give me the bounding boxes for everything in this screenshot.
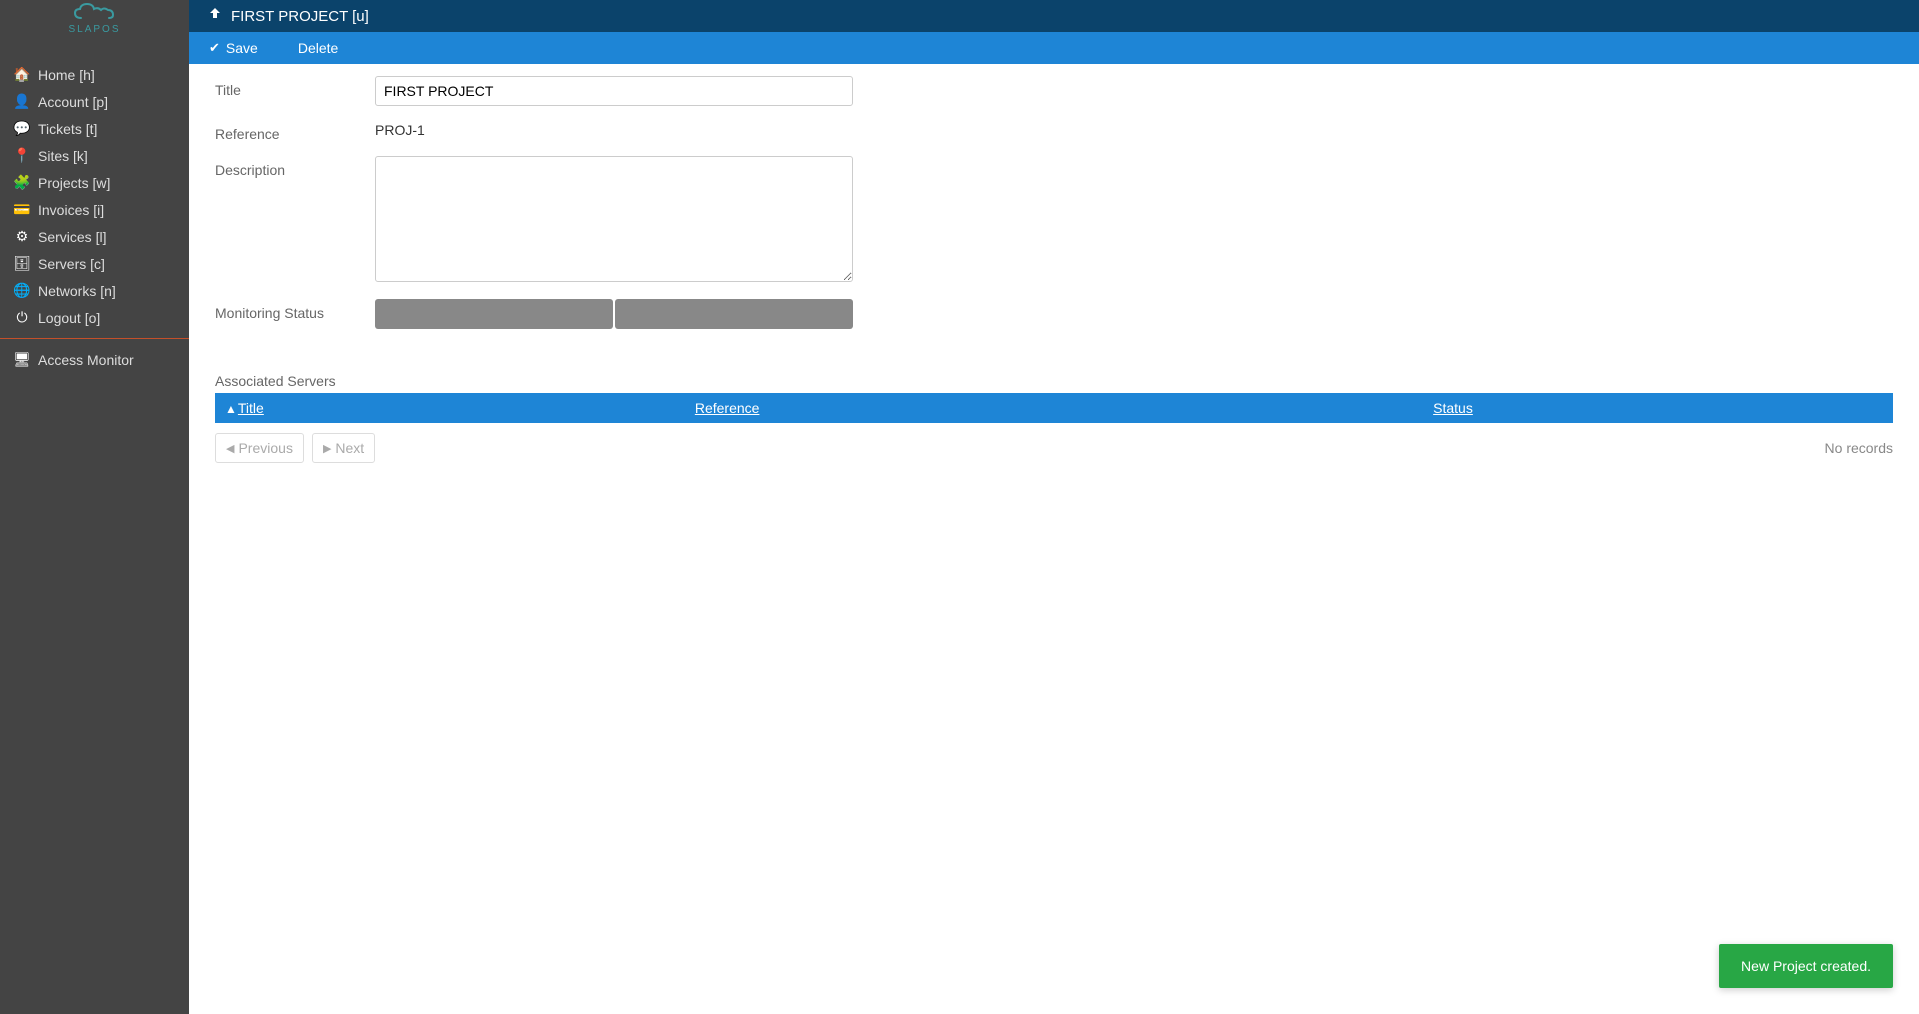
database-icon: 🗄: [12, 255, 32, 272]
description-textarea[interactable]: [375, 156, 853, 282]
sidebar-item-label: Networks [n]: [38, 283, 116, 299]
sidebar-item-logout[interactable]: ⏻ Logout [o]: [0, 304, 189, 331]
delete-label: Delete: [298, 40, 338, 56]
globe-icon: 🌐: [12, 282, 32, 299]
sort-asc-icon: ▲: [225, 402, 237, 416]
caret-left-icon: ◀: [226, 442, 234, 455]
page-title[interactable]: FIRST PROJECT [u]: [231, 8, 369, 25]
cogs-icon: ⚙: [12, 228, 32, 245]
project-form: Title Reference PROJ-1 Description Monit…: [189, 64, 1919, 343]
user-icon: 👤: [12, 93, 32, 110]
sidebar-item-label: Account [p]: [38, 94, 108, 110]
card-icon: 💳: [12, 201, 32, 218]
prev-label: Previous: [238, 440, 292, 456]
sidebar-item-label: Tickets [t]: [38, 121, 97, 137]
delete-button[interactable]: Delete: [298, 40, 338, 56]
reference-label: Reference: [215, 120, 375, 142]
sidebar-item-networks[interactable]: 🌐 Networks [n]: [0, 277, 189, 304]
app-logo[interactable]: SLAPOS: [68, 2, 120, 35]
level-up-icon[interactable]: [209, 8, 223, 25]
sidebar-item-home[interactable]: 🏠 Home [h]: [0, 61, 189, 88]
sidebar-item-label: Logout [o]: [38, 310, 100, 326]
sidebar-item-projects[interactable]: 🧩 Projects [w]: [0, 169, 189, 196]
monitoring-bar-1[interactable]: [375, 299, 613, 329]
reference-value: PROJ-1: [375, 120, 853, 138]
col-title[interactable]: ▲Title: [215, 393, 685, 423]
save-button[interactable]: ✔ Save: [209, 40, 258, 56]
sidebar-item-label: Access Monitor: [38, 352, 134, 368]
pager: ◀ Previous ▶ Next No records: [215, 433, 1893, 463]
sidebar-item-label: Services [l]: [38, 229, 106, 245]
monitoring-label: Monitoring Status: [215, 299, 375, 321]
monitoring-status: [375, 299, 853, 329]
save-label: Save: [226, 40, 258, 56]
sidebar-item-servers[interactable]: 🗄 Servers [c]: [0, 250, 189, 277]
sidebar-item-sites[interactable]: 📍 Sites [k]: [0, 142, 189, 169]
toast-success[interactable]: New Project created.: [1719, 944, 1893, 988]
col-status[interactable]: Status: [1423, 393, 1893, 423]
sidebar-nav: 🏠 Home [h] 👤 Account [p] 💬 Tickets [t] 📍…: [0, 61, 189, 331]
cloud-icon: [71, 2, 119, 24]
table-header-row: ▲Title Reference Status: [215, 393, 1893, 423]
title-label: Title: [215, 76, 375, 98]
chat-icon: 💬: [12, 120, 32, 137]
toast-message: New Project created.: [1741, 958, 1871, 974]
next-button[interactable]: ▶ Next: [312, 433, 375, 463]
sidebar: SLAPOS 🏠 Home [h] 👤 Account [p] 💬 Ticket…: [0, 0, 189, 1014]
main-content: FIRST PROJECT [u] ✔ Save Delete Title Re…: [189, 0, 1919, 1014]
projects-icon: 🧩: [12, 174, 32, 191]
sidebar-item-services[interactable]: ⚙ Services [l]: [0, 223, 189, 250]
sidebar-item-invoices[interactable]: 💳 Invoices [i]: [0, 196, 189, 223]
sidebar-item-access-monitor[interactable]: 🖥 Access Monitor: [0, 346, 189, 373]
monitor-icon: 🖥: [12, 351, 32, 368]
check-icon: ✔: [209, 40, 220, 56]
action-bar: ✔ Save Delete: [189, 32, 1919, 64]
pin-icon: 📍: [12, 147, 32, 164]
no-records-label: No records: [1825, 440, 1893, 456]
sidebar-item-label: Invoices [i]: [38, 202, 104, 218]
monitoring-bar-2[interactable]: [615, 299, 853, 329]
caret-right-icon: ▶: [323, 442, 331, 455]
sidebar-item-label: Sites [k]: [38, 148, 88, 164]
title-input[interactable]: [375, 76, 853, 106]
sidebar-item-label: Projects [w]: [38, 175, 110, 191]
description-label: Description: [215, 156, 375, 178]
sidebar-item-label: Home [h]: [38, 67, 95, 83]
prev-button[interactable]: ◀ Previous: [215, 433, 304, 463]
associated-servers-label: Associated Servers: [215, 373, 1919, 389]
home-icon: 🏠: [12, 66, 32, 83]
app-name: SLAPOS: [68, 24, 120, 35]
breadcrumb-bar: FIRST PROJECT [u]: [189, 0, 1919, 32]
sidebar-item-label: Servers [c]: [38, 256, 105, 272]
sidebar-separator: [0, 338, 189, 339]
power-icon: ⏻: [12, 309, 32, 326]
next-label: Next: [335, 440, 364, 456]
servers-table: ▲Title Reference Status: [215, 393, 1893, 423]
sidebar-item-tickets[interactable]: 💬 Tickets [t]: [0, 115, 189, 142]
col-reference[interactable]: Reference: [685, 393, 1423, 423]
sidebar-item-account[interactable]: 👤 Account [p]: [0, 88, 189, 115]
